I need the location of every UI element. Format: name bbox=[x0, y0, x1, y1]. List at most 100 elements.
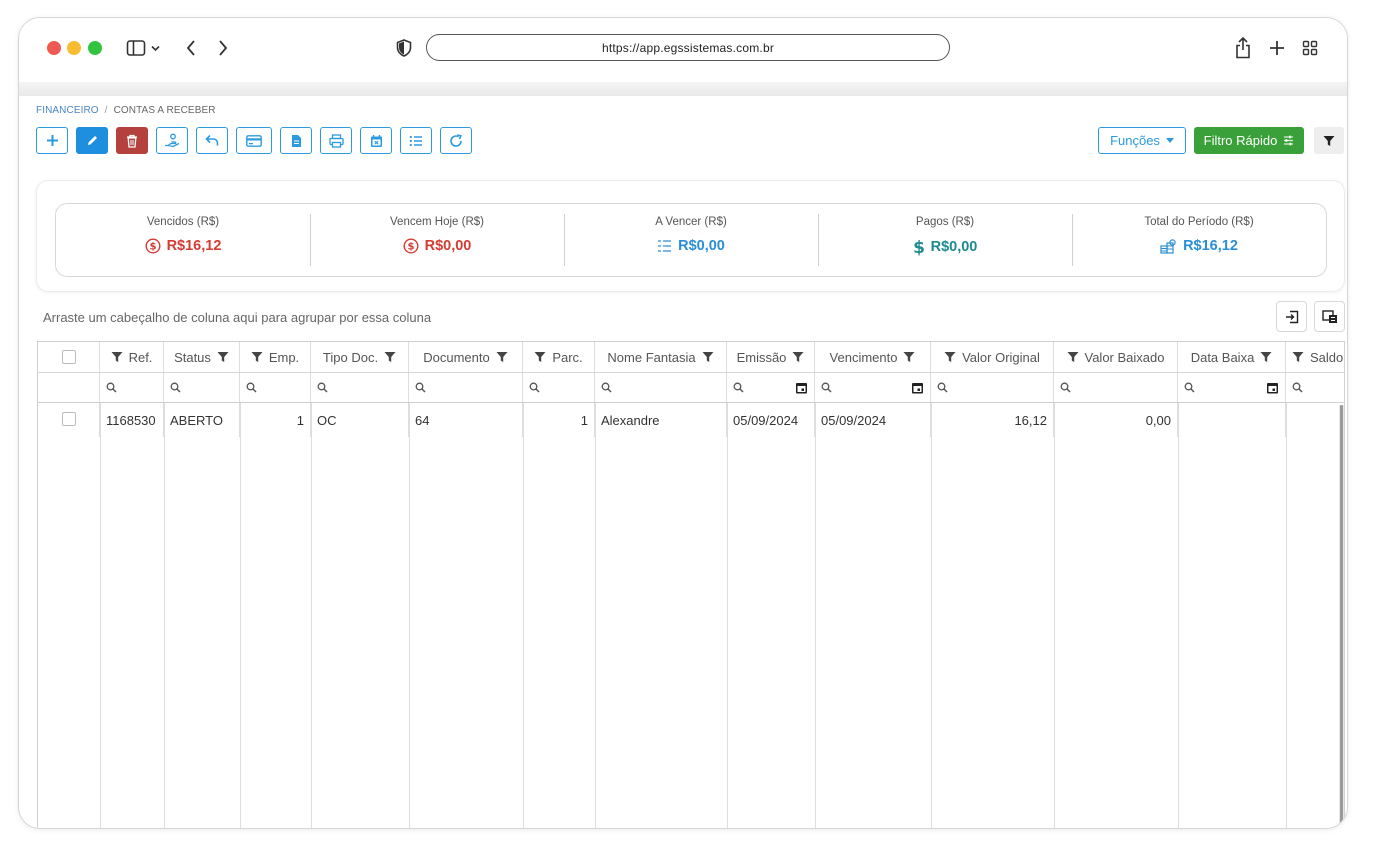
search-icon bbox=[170, 382, 181, 393]
breadcrumb-financeiro[interactable]: FINANCEIRO bbox=[36, 105, 99, 116]
cell-documento: 64 bbox=[409, 403, 523, 437]
column-header-valor-baixado[interactable]: Valor Baixado bbox=[1054, 342, 1178, 372]
funcoes-dropdown[interactable]: Funções bbox=[1098, 127, 1186, 154]
add-button[interactable] bbox=[36, 127, 68, 154]
column-header-status[interactable]: Status bbox=[164, 342, 240, 372]
export-icon bbox=[1285, 310, 1298, 323]
calendar-icon bbox=[370, 134, 382, 147]
forward-icon[interactable] bbox=[215, 37, 231, 59]
column-header-documento[interactable]: Documento bbox=[409, 342, 523, 372]
search-icon bbox=[733, 382, 744, 393]
summary-cards: Vencidos (R$) $ R$16,12 Vencem Hoje (R$)… bbox=[55, 203, 1327, 277]
funnel-icon[interactable] bbox=[1260, 351, 1272, 363]
funcoes-label: Funções bbox=[1110, 133, 1160, 148]
group-by-hint[interactable]: Arraste um cabeçalho de coluna aqui para… bbox=[43, 310, 431, 325]
column-divider bbox=[523, 403, 524, 828]
sidebar-toggle-icon[interactable] bbox=[126, 37, 164, 59]
column-header-parc[interactable]: Parc. bbox=[523, 342, 595, 372]
column-divider bbox=[409, 403, 410, 828]
filter-ref-input[interactable] bbox=[100, 373, 164, 402]
vertical-scrollbar[interactable] bbox=[1339, 405, 1344, 828]
list-button[interactable] bbox=[400, 127, 432, 154]
cell-ref: 1168530 bbox=[100, 403, 164, 437]
new-tab-icon[interactable] bbox=[1268, 37, 1286, 59]
print-button[interactable] bbox=[320, 127, 352, 154]
filter-documento-input[interactable] bbox=[409, 373, 523, 402]
svg-text:$: $ bbox=[913, 238, 925, 256]
funnel-icon[interactable] bbox=[1292, 351, 1304, 363]
back-icon[interactable] bbox=[183, 37, 199, 59]
delete-button[interactable] bbox=[116, 127, 148, 154]
filter-tipo-doc-input[interactable] bbox=[311, 373, 409, 402]
filter-vencimento-input[interactable] bbox=[815, 373, 931, 402]
column-chooser-button[interactable] bbox=[1314, 301, 1345, 332]
credit-card-icon bbox=[246, 134, 262, 147]
card-button[interactable] bbox=[236, 127, 272, 154]
filter-valor-original-input[interactable] bbox=[931, 373, 1054, 402]
select-all-checkbox[interactable] bbox=[61, 350, 76, 364]
column-header-saldo[interactable]: Saldo bbox=[1286, 342, 1344, 372]
filter-status-input[interactable] bbox=[164, 373, 240, 402]
funnel-icon[interactable] bbox=[217, 351, 229, 363]
filter-parc-input[interactable] bbox=[523, 373, 595, 402]
document-button[interactable] bbox=[280, 127, 312, 154]
tab-overview-icon[interactable] bbox=[1301, 37, 1319, 59]
calendar-icon[interactable] bbox=[1266, 381, 1279, 394]
summary-panel: Vencidos (R$) $ R$16,12 Vencem Hoje (R$)… bbox=[36, 180, 1345, 292]
close-window-button[interactable] bbox=[47, 41, 61, 55]
funnel-icon[interactable] bbox=[792, 351, 804, 363]
shield-icon[interactable] bbox=[395, 37, 413, 59]
coins-icon bbox=[1160, 238, 1176, 254]
summary-value: R$0,00 bbox=[424, 238, 472, 254]
column-header-emp[interactable]: Emp. bbox=[240, 342, 311, 372]
funnel-icon[interactable] bbox=[1067, 351, 1079, 363]
column-label: Vencimento bbox=[829, 349, 898, 365]
breadcrumb-separator: / bbox=[104, 105, 108, 116]
export-button[interactable] bbox=[1276, 301, 1307, 332]
column-chooser-icon bbox=[1321, 309, 1337, 323]
column-header-valor-original[interactable]: Valor Original bbox=[931, 342, 1054, 372]
funnel-icon[interactable] bbox=[903, 351, 915, 363]
search-icon bbox=[1184, 382, 1195, 393]
filter-emp-input[interactable] bbox=[240, 373, 311, 402]
funnel-icon[interactable] bbox=[251, 351, 263, 363]
filter-button[interactable] bbox=[1314, 127, 1344, 154]
column-header-emissao[interactable]: Emissão bbox=[727, 342, 815, 372]
column-header-ref[interactable]: Ref. bbox=[100, 342, 164, 372]
filtro-rapido-button[interactable]: Filtro Rápido bbox=[1194, 127, 1304, 154]
refresh-button[interactable] bbox=[440, 127, 472, 154]
funnel-icon[interactable] bbox=[496, 351, 508, 363]
address-bar[interactable]: https://app.egssistemas.com.br bbox=[426, 34, 950, 61]
filter-data-baixa-input[interactable] bbox=[1178, 373, 1286, 402]
maximize-window-button[interactable] bbox=[88, 41, 102, 55]
minimize-window-button[interactable] bbox=[67, 41, 81, 55]
dollar-circle-icon: $ bbox=[145, 238, 161, 254]
scrollbar-thumb[interactable] bbox=[1340, 405, 1343, 828]
filter-valor-baixado-input[interactable] bbox=[1054, 373, 1178, 402]
funnel-icon[interactable] bbox=[702, 351, 714, 363]
column-header-vencimento[interactable]: Vencimento bbox=[815, 342, 931, 372]
summary-card-a-vencer: A Vencer (R$) R$0,00 bbox=[564, 204, 818, 276]
column-header-nome-fantasia[interactable]: Nome Fantasia bbox=[595, 342, 727, 372]
calendar-icon[interactable] bbox=[911, 381, 924, 394]
share-icon[interactable] bbox=[1234, 37, 1252, 59]
column-header-data-baixa[interactable]: Data Baixa bbox=[1178, 342, 1286, 372]
row-select-cell bbox=[38, 403, 100, 437]
row-checkbox[interactable] bbox=[61, 412, 76, 426]
receive-payment-button[interactable] bbox=[156, 127, 188, 154]
calendar-icon[interactable] bbox=[795, 381, 808, 394]
funnel-icon[interactable] bbox=[384, 351, 396, 363]
filter-saldo-input[interactable] bbox=[1286, 373, 1344, 402]
undo-button[interactable] bbox=[196, 127, 228, 154]
filter-emissao-input[interactable] bbox=[727, 373, 815, 402]
funnel-icon[interactable] bbox=[111, 351, 123, 363]
search-icon bbox=[246, 382, 257, 393]
column-header-tipo-doc[interactable]: Tipo Doc. bbox=[311, 342, 409, 372]
table-row[interactable]: 1168530 ABERTO 1 OC 64 1 Alexandre 05/09… bbox=[38, 403, 1344, 437]
calendar-button[interactable] bbox=[360, 127, 392, 154]
filter-nome-fantasia-input[interactable] bbox=[595, 373, 727, 402]
funnel-icon[interactable] bbox=[534, 351, 546, 363]
edit-button[interactable] bbox=[76, 127, 108, 154]
funnel-icon[interactable] bbox=[944, 351, 956, 363]
caret-down-icon bbox=[1165, 138, 1174, 143]
